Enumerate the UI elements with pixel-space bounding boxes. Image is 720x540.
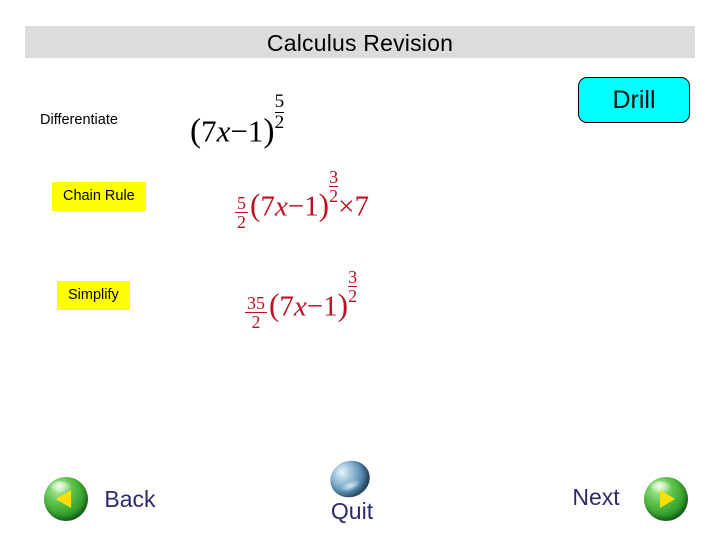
expr2-minus: − (287, 190, 305, 223)
expression-simplify: 35 2 (7x−1) 3 2 (245, 267, 358, 332)
expr1-exponent-numerator: 5 (274, 91, 285, 112)
expr2-coefficient: 7 (260, 190, 275, 223)
expr1-constant: 1 (247, 113, 264, 149)
expr3-exponent: 32 (348, 267, 358, 307)
expr1-coefficient: 7 (201, 113, 217, 149)
expr2-open-paren: ( (249, 187, 261, 223)
quit-button[interactable] (324, 454, 376, 504)
expression-differentiate: (7x−1) 5 2 (190, 91, 285, 150)
expr3-coefficient-fraction: 35 2 (245, 294, 267, 332)
expr1-open-paren: ( (190, 112, 202, 150)
expr3-variable: x (293, 290, 307, 323)
expr1-minus: − (230, 113, 248, 149)
expr2-fraction-numerator: 5 (237, 192, 246, 213)
expr2-close-paren: ) (318, 187, 330, 223)
expr3-exponent-numerator: 3 (348, 267, 358, 287)
expr2-variable: x (274, 190, 288, 223)
expr1-variable: x (216, 113, 231, 149)
expr2-fraction-denominator: 2 (235, 212, 248, 233)
expr1-close-paren: ) (263, 112, 275, 150)
step-label-differentiate: Differentiate (40, 112, 118, 128)
back-button-label[interactable]: Back (104, 486, 156, 513)
expr2-constant: 1 (304, 190, 319, 223)
drill-button[interactable]: Drill (578, 77, 690, 123)
slide-canvas: Calculus Revision Drill Differentiate (7… (0, 0, 720, 540)
expr2-exponent-denominator: 2 (329, 186, 339, 207)
expr3-exponent-denominator: 2 (348, 286, 358, 307)
step-label-chain-rule: Chain Rule (52, 182, 146, 211)
next-button[interactable] (644, 477, 688, 521)
expr3-fraction-numerator: 35 (247, 292, 265, 313)
expr3-fraction-denominator: 2 (245, 312, 267, 332)
drill-button-label: Drill (612, 85, 656, 114)
expr1-exponent-denominator: 2 (274, 111, 285, 133)
expr2-multiplier: 7 (354, 190, 369, 223)
quit-button-label[interactable]: Quit (300, 498, 404, 525)
expression-chain-rule: 5 2 (7x−1) 3 2 ×7 (235, 168, 369, 232)
back-button[interactable] (44, 477, 88, 521)
step-label-simplify: Simplify (57, 281, 130, 310)
expr1-exponent: 52 (274, 91, 285, 133)
next-button-label[interactable]: Next (548, 484, 644, 511)
expr3-close-paren: ) (337, 287, 349, 323)
expr3-open-paren: ( (268, 287, 280, 323)
expr2-times-sign: × (338, 190, 355, 223)
arrow-left-icon (56, 490, 71, 508)
arrow-right-icon (660, 490, 675, 508)
expr3-minus: − (306, 290, 324, 323)
expr2-coefficient-fraction: 52 (235, 194, 248, 232)
page-title: Calculus Revision (266, 30, 454, 56)
expr3-constant: 1 (323, 290, 338, 323)
expr2-exponent: 32 (329, 167, 339, 207)
expr3-coefficient: 7 (279, 290, 294, 323)
expr2-exponent-numerator: 3 (329, 167, 339, 187)
